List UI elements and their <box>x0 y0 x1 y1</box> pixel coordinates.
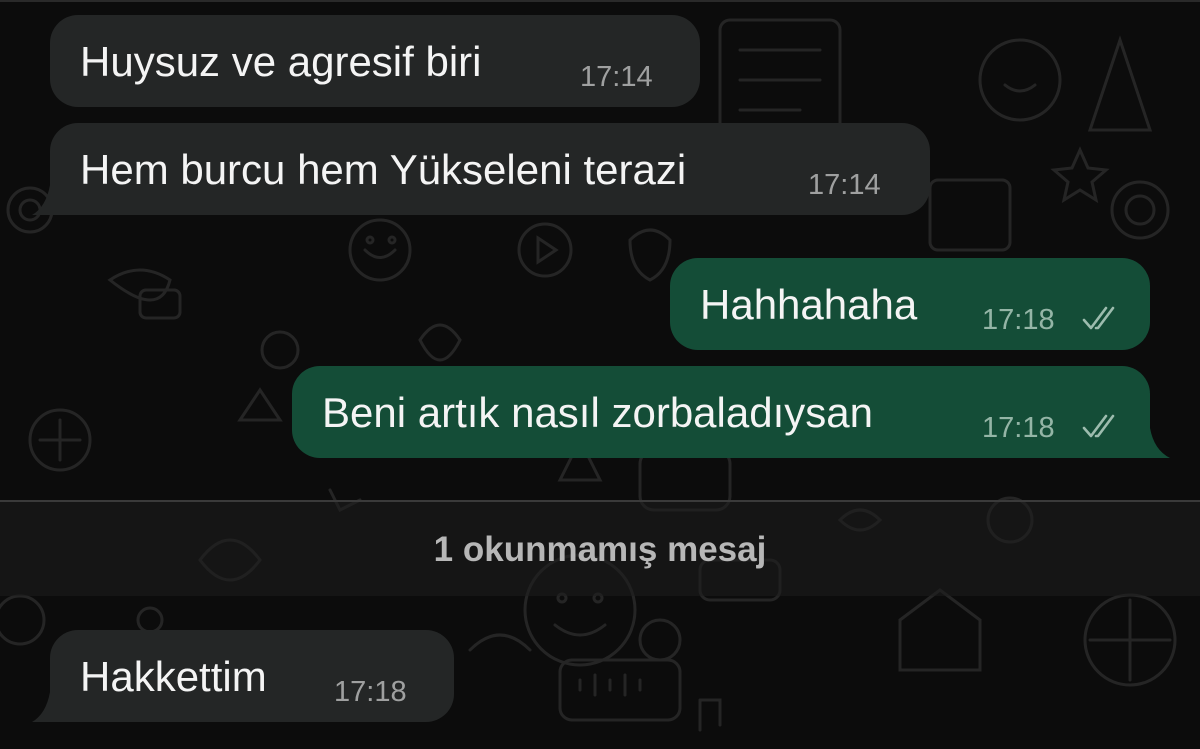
message-bubble-outgoing[interactable]: Beni artık nasıl zorbaladıysan 17:18 <box>292 366 1150 458</box>
bubble-tail-incoming <box>32 692 50 722</box>
message-timestamp: 17:18 <box>982 304 1055 336</box>
bubble-tail-outgoing <box>1150 428 1170 458</box>
chat-view: Huysuz ve agresif biri 17:14 Hem burcu h… <box>0 0 1200 749</box>
message-timestamp: 17:14 <box>580 61 653 93</box>
message-bubble-outgoing[interactable]: Hahhahaha 17:18 <box>670 258 1150 350</box>
bubble-tail-incoming <box>32 185 50 215</box>
message-text: Hakkettim <box>80 653 267 700</box>
message-bubble-incoming[interactable]: Hem burcu hem Yükseleni terazi 17:14 <box>50 123 930 215</box>
message-timestamp: 17:14 <box>808 169 881 201</box>
message-text: Huysuz ve agresif biri <box>80 38 482 85</box>
message-timestamp: 17:18 <box>334 676 407 708</box>
read-double-check-icon <box>1082 414 1115 438</box>
message-bubble-incoming[interactable]: Hakkettim 17:18 <box>50 630 454 722</box>
read-double-check-icon <box>1082 306 1115 330</box>
message-text: Beni artık nasıl zorbaladıysan <box>322 389 873 436</box>
message-text: Hahhahaha <box>700 281 918 328</box>
message-timestamp: 17:18 <box>982 412 1055 444</box>
unread-messages-label: 1 okunmamış mesaj <box>433 530 767 569</box>
top-separator <box>0 0 1200 2</box>
message-bubble-incoming[interactable]: Huysuz ve agresif biri 17:14 <box>50 15 700 107</box>
message-text: Hem burcu hem Yükseleni terazi <box>80 146 687 193</box>
